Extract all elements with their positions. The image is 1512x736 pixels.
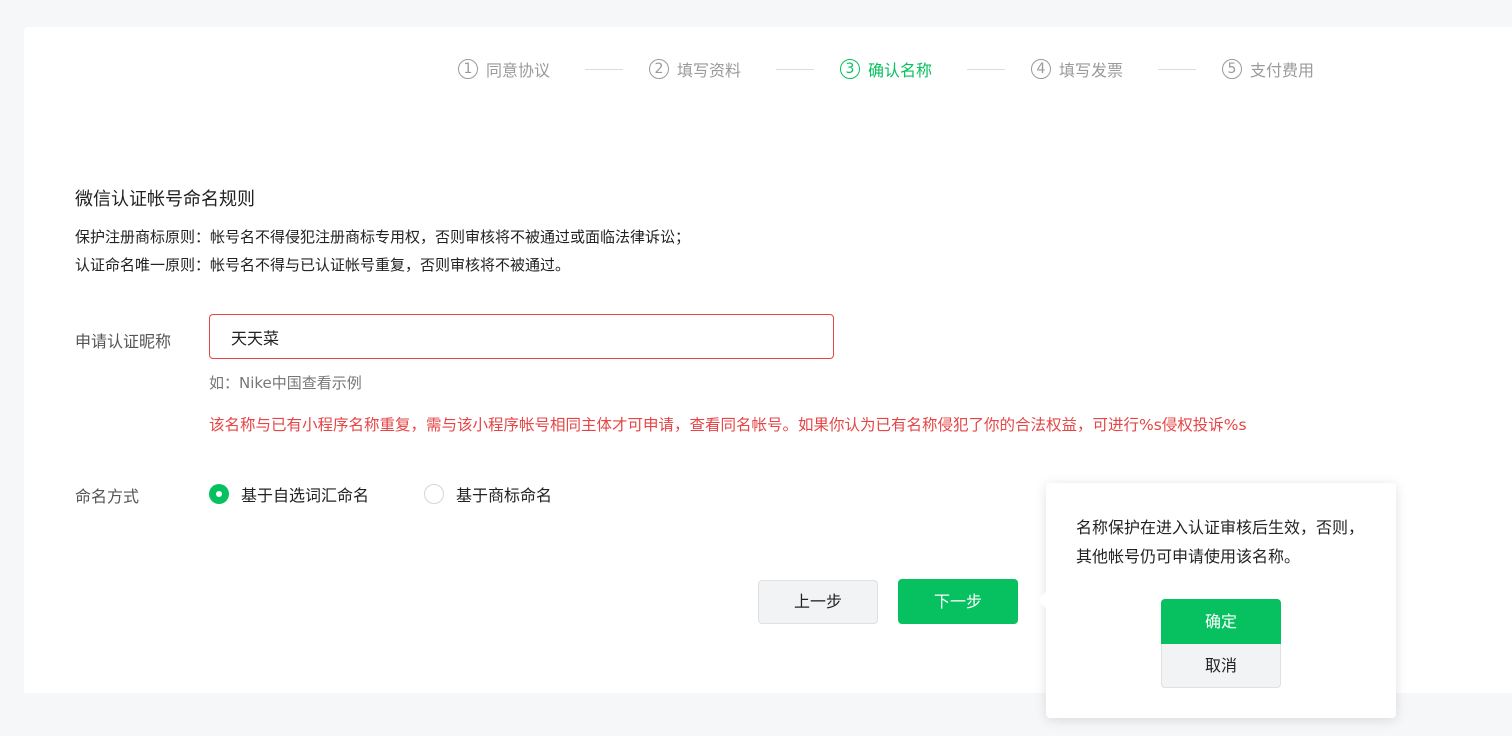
radio-label: 基于商标命名 [456,486,553,505]
step-label: 同意协议 [486,61,551,80]
step-label: 填写资料 [677,61,742,80]
step-agreement: 1 同意协议 [458,58,550,80]
radio-label: 基于自选词汇命名 [241,486,370,505]
radio-unchecked-icon[interactable] [424,484,444,504]
prev-step-button[interactable]: 上一步 [758,580,878,624]
rule-trademark: 保护注册商标原则：帐号名不得侵犯注册商标专用权，否则审核将不被通过或面临法律诉讼… [75,228,691,246]
nickname-hint: 如：Nike中国查看示例 [209,374,362,392]
step-label: 确认名称 [868,61,933,80]
step-invoice: 4 填写发票 [1031,58,1123,80]
cancel-button[interactable]: 取消 [1161,644,1281,688]
nickname-label: 申请认证昵称 [75,332,172,351]
step-divider [1158,69,1196,70]
naming-method-label: 命名方式 [75,487,140,506]
step-number: 1 [458,59,478,79]
step-number: 3 [840,59,860,79]
radio-custom-words[interactable]: 基于自选词汇命名 [209,482,369,506]
rules-title: 微信认证帐号命名规则 [75,189,255,210]
confirm-button[interactable]: 确定 [1161,599,1281,644]
step-number: 2 [649,59,669,79]
rule-unique: 认证命名唯一原则：帐号名不得与已认证帐号重复，否则审核将不被通过。 [75,256,571,274]
step-confirm-name: 3 确认名称 [840,58,932,80]
step-fill-info: 2 填写资料 [649,58,741,80]
next-step-button[interactable]: 下一步 [898,579,1018,624]
step-divider [967,69,1005,70]
radio-trademark[interactable]: 基于商标命名 [424,482,552,506]
nickname-error: 该名称与已有小程序名称重复，需与该小程序帐号相同主体才可申请，查看同名帐号。如果… [209,416,1247,434]
nickname-input[interactable] [209,314,834,359]
step-divider [776,69,814,70]
step-payment: 5 支付费用 [1222,58,1314,80]
step-number: 5 [1222,59,1242,79]
step-divider [585,69,623,70]
step-label: 支付费用 [1250,61,1315,80]
step-label: 填写发票 [1059,61,1124,80]
radio-checked-icon[interactable] [209,484,229,504]
name-protection-popover: 名称保护在进入认证审核后生效，否则，其他帐号仍可申请使用该名称。 确定 取消 [1038,483,1396,718]
step-number: 4 [1031,59,1051,79]
popover-message: 名称保护在进入认证审核后生效，否则，其他帐号仍可申请使用该名称。 [1076,518,1365,566]
